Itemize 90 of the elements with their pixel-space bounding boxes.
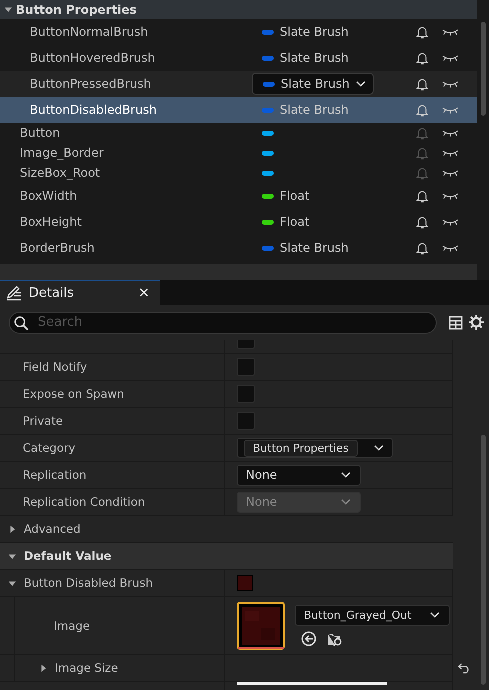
scrollbar[interactable] [481, 22, 486, 116]
table-icon[interactable] [449, 316, 463, 330]
closed-eye-icon[interactable] [442, 168, 459, 178]
chevron-icon [341, 472, 351, 478]
type-label: Float [280, 189, 310, 203]
bell-icon[interactable] [416, 50, 429, 66]
variable-name: ButtonHoveredBrush [30, 51, 156, 65]
type-label: Slate Brush [280, 241, 349, 255]
bell-icon[interactable] [416, 214, 429, 230]
details-tab[interactable]: Details × [0, 280, 160, 305]
closed-eye-icon[interactable] [442, 53, 459, 63]
variable-name: Image_Border [20, 146, 105, 160]
variable-row[interactable]: BoxHeight Float [0, 209, 477, 235]
variable-row[interactable]: BoxWidth Float [0, 183, 477, 209]
close-button[interactable]: × [138, 285, 150, 301]
closed-eye-icon[interactable] [442, 79, 459, 89]
closed-eye-icon[interactable] [442, 217, 459, 227]
variable-row[interactable]: Image_Border [0, 143, 477, 163]
variable-name: SizeBox_Root [20, 166, 102, 180]
type-label: Slate Brush [280, 103, 349, 117]
chevron-icon [430, 612, 440, 618]
scrollbar[interactable] [481, 435, 486, 685]
variable-name: BoxWidth [20, 189, 78, 203]
checkbox[interactable] [237, 385, 255, 403]
closed-eye-icon[interactable] [442, 191, 459, 201]
property-label: Replication Condition [23, 495, 146, 509]
type-label: Slate Brush [281, 77, 350, 91]
variable-name: ButtonNormalBrush [30, 25, 150, 39]
chevron-icon [374, 445, 384, 451]
triangle-icon[interactable] [8, 578, 17, 588]
triangle-icon [8, 552, 17, 560]
section-header[interactable]: Default Value [0, 543, 453, 570]
chevron-icon [356, 81, 366, 87]
variable-name: BoxHeight [20, 215, 83, 229]
property-label: Private [23, 414, 64, 428]
bell-icon[interactable] [416, 102, 429, 118]
triangle-icon [8, 524, 17, 534]
checkbox[interactable] [237, 412, 255, 430]
tab-title: Details [29, 286, 74, 300]
use-selected-icon[interactable] [301, 630, 317, 646]
checkbox[interactable] [237, 358, 255, 376]
bell-icon[interactable] [416, 76, 429, 92]
variable-row[interactable]: ButtonPressedBrush Slate Brush [0, 71, 477, 97]
variable-name: BorderBrush [20, 241, 96, 255]
color-bar[interactable] [237, 682, 387, 685]
closed-eye-icon[interactable] [442, 243, 459, 253]
category-dropdown[interactable]: Button Properties [237, 438, 393, 458]
chevron-icon [341, 499, 351, 505]
search-field[interactable]: Search [9, 312, 437, 334]
group-label: Advanced [24, 522, 81, 536]
variable-row[interactable]: ButtonDisabledBrush Slate Brush [0, 97, 477, 123]
property-label: Replication [23, 468, 87, 482]
closed-eye-icon[interactable] [442, 128, 459, 138]
variable-row[interactable]: BorderBrush Slate Brush [0, 235, 477, 261]
bell-icon[interactable] [416, 24, 429, 40]
asset-dropdown[interactable]: Button_Grayed_Out [295, 604, 450, 626]
section-title: Default Value [24, 549, 112, 563]
category-header[interactable]: Button Properties [0, 0, 477, 19]
triangle-icon [4, 5, 13, 14]
category-value[interactable]: Button Properties [244, 440, 358, 456]
property-label: Field Notify [23, 360, 88, 374]
dropdown[interactable]: None [237, 464, 361, 486]
bell-icon[interactable] [416, 188, 429, 204]
variable-row[interactable]: Button [0, 123, 477, 143]
variable-row[interactable]: ButtonHoveredBrush Slate Brush [0, 45, 477, 71]
triangle-icon[interactable] [39, 664, 48, 672]
settings-icon[interactable] [469, 315, 484, 330]
variable-row[interactable]: SizeBox_Root [0, 163, 477, 183]
type-label: Float [280, 215, 310, 229]
variable-row[interactable]: ButtonNormalBrush Slate Brush [0, 19, 477, 45]
closed-eye-icon[interactable] [442, 148, 459, 158]
property-label: Category [23, 441, 76, 455]
variable-name: Button [20, 126, 62, 140]
closed-eye-icon[interactable] [442, 27, 459, 37]
property-label: Image [54, 618, 90, 632]
closed-eye-icon[interactable] [442, 105, 459, 115]
property-label: Expose on Spawn [23, 387, 124, 401]
category-title: Button Properties [16, 2, 137, 16]
type-label: Slate Brush [280, 51, 349, 65]
property-label: Button Disabled Brush [24, 576, 153, 590]
bell-icon[interactable] [416, 240, 429, 256]
search-icon [14, 316, 29, 330]
type-dropdown[interactable]: Slate Brush [252, 73, 374, 95]
color-swatch[interactable] [237, 575, 253, 591]
reset-arrow-icon[interactable] [458, 662, 470, 674]
property-label: Image Size [55, 661, 118, 675]
pencil-icon [6, 285, 22, 301]
variable-name: ButtonPressedBrush [30, 77, 152, 91]
variable-name: ButtonDisabledBrush [30, 103, 158, 117]
type-label: Slate Brush [280, 25, 349, 39]
